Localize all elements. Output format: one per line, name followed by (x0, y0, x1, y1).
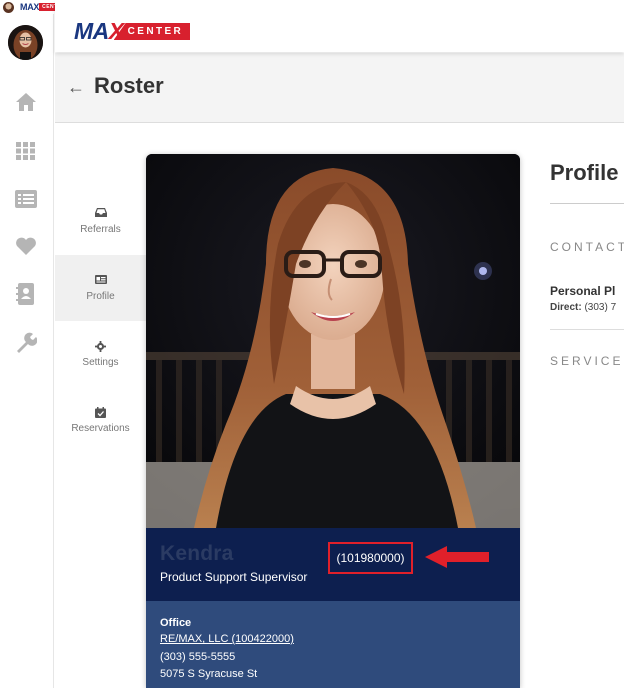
contact-heading: CONTACT (550, 240, 624, 254)
subnav-label-referrals: Referrals (80, 224, 121, 235)
logo-max: MAX (74, 18, 124, 45)
logo-max-text: MA (74, 18, 109, 44)
divider (550, 329, 624, 330)
contacts-book-icon[interactable] (14, 282, 38, 306)
avatar[interactable] (8, 25, 43, 60)
member-name: Kendra (160, 542, 234, 565)
direct-label: Direct: (550, 302, 582, 313)
page-title: Roster (94, 73, 164, 98)
mini-avatar[interactable] (3, 1, 14, 13)
subnav-item-profile[interactable]: Profile (55, 255, 146, 321)
subnav-item-reservations[interactable]: Reservations (55, 389, 146, 455)
subnav-item-settings[interactable]: Settings (55, 323, 146, 389)
subnav-item-referrals[interactable]: Referrals (55, 192, 146, 258)
member-id-highlight: (101980000) (328, 542, 413, 574)
back-arrow-icon[interactable]: ← (67, 77, 85, 98)
office-section: Office RE/MAX, LLC (100422000) (303) 555… (146, 601, 520, 688)
inbox-icon (55, 208, 146, 220)
annotation-arrow-icon (425, 546, 489, 568)
heart-icon[interactable] (14, 234, 38, 258)
page-title-bar: ← Roster (55, 53, 624, 123)
header: MAX CENTER (55, 0, 624, 52)
services-heading: SERVICES (550, 354, 624, 368)
icon-rail (0, 14, 54, 688)
member-id: (101980000) (336, 551, 405, 565)
office-street: 5075 S Syracuse St (160, 668, 258, 680)
member-role: Product Support Supervisor (160, 570, 308, 584)
divider (550, 203, 624, 204)
subnav-label-reservations: Reservations (71, 423, 130, 434)
subnav-label-settings: Settings (82, 357, 119, 368)
mini-logo-max: MAX (20, 2, 40, 12)
id-card-icon (55, 275, 146, 287)
personal-phone-label: Personal Pl (550, 284, 616, 298)
office-phone: (303) 555-5555 (160, 651, 236, 663)
calendar-icon (55, 407, 146, 419)
profile-photo (146, 154, 520, 528)
apps-grid-icon[interactable] (14, 139, 38, 163)
subnav-label-profile: Profile (86, 291, 115, 302)
page: MAX CENTER MAX CENTER ← Roster Referrals… (0, 0, 624, 688)
profile-heading: Profile (550, 160, 619, 185)
profile-card: Kendra (101980000) Product Support Super… (146, 154, 520, 688)
profile-subnav: Referrals Profile Settings Reservations (55, 124, 146, 688)
direct-phone: Direct: (303) 7 (550, 302, 616, 313)
wrench-icon[interactable] (14, 330, 38, 354)
gear-icon (55, 341, 146, 353)
office-name-link[interactable]: RE/MAX, LLC (100422000) (160, 633, 294, 645)
direct-value: (303) 7 (584, 302, 617, 313)
office-label: Office (160, 617, 192, 629)
profile-details-panel: Profile CONTACT Personal Pl Direct: (303… (520, 124, 624, 688)
maxcenter-logo[interactable]: MAX CENTER (74, 18, 191, 45)
logo-center: CENTER (113, 23, 191, 40)
home-icon[interactable] (14, 90, 38, 114)
listings-icon[interactable] (14, 187, 38, 211)
